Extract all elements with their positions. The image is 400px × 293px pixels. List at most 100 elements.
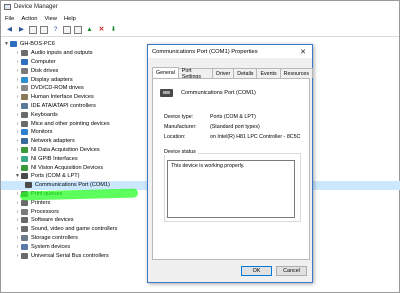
menu-action[interactable]: Action — [21, 16, 37, 22]
chevron-right-icon[interactable]: › — [14, 235, 21, 241]
monitor-icon — [21, 129, 28, 136]
tree-item-label: Keyboards — [31, 111, 58, 118]
tree-item-label: NI GPIB Interfaces — [31, 155, 78, 162]
tab-strip: General Port Settings Driver Details Eve… — [152, 67, 313, 80]
chevron-right-icon[interactable]: › — [14, 103, 21, 109]
chevron-right-icon[interactable]: › — [14, 147, 21, 153]
tree-item-label: Display adapters — [31, 76, 73, 83]
speaker-icon — [21, 50, 28, 57]
tree-item-label: NI Data Acquisition Devices — [31, 146, 100, 153]
back-arrow-icon[interactable]: ◀ — [5, 26, 14, 35]
tab-resources[interactable]: Resources — [279, 68, 313, 78]
system-device-icon — [21, 243, 28, 250]
menu-view[interactable]: View — [44, 16, 56, 22]
menu-bar: File Action View Help — [1, 13, 399, 24]
chevron-right-icon[interactable]: › — [14, 165, 21, 171]
tree-item-label: Human Interface Devices — [31, 94, 94, 101]
manufacturer-label: Manufacturer: — [164, 124, 197, 130]
ide-controller-icon — [21, 102, 28, 109]
ni-daq-icon — [21, 146, 28, 153]
chevron-right-icon[interactable]: › — [14, 156, 21, 162]
location-label: Location: — [164, 134, 186, 140]
device-manager-app-icon — [4, 4, 11, 10]
chevron-right-icon[interactable]: › — [14, 94, 21, 100]
device-status-text: This device is working properly. — [171, 163, 245, 169]
tab-general[interactable]: General — [152, 67, 179, 78]
chevron-right-icon[interactable]: › — [14, 68, 21, 74]
tree-view-icon[interactable] — [29, 26, 37, 34]
ok-button[interactable]: OK — [241, 266, 272, 276]
device-name: Communications Port (COM1) — [181, 90, 256, 96]
chevron-down-icon[interactable]: ▼ — [14, 173, 21, 179]
tree-item-label: Monitors — [31, 129, 53, 136]
tab-events[interactable]: Events — [256, 68, 281, 78]
chevron-right-icon[interactable]: › — [14, 112, 21, 118]
dvd-drive-icon — [21, 85, 28, 92]
menu-file[interactable]: File — [5, 16, 14, 22]
enable-device-icon[interactable]: ⬇ — [109, 26, 118, 35]
properties-icon[interactable] — [40, 26, 48, 34]
chevron-right-icon[interactable]: › — [14, 253, 21, 259]
mouse-icon — [21, 120, 28, 127]
tree-item-label: IDE ATA/ATAPI controllers — [31, 102, 96, 109]
device-status-label: Device status — [164, 149, 198, 155]
device-status-textbox[interactable]: This device is working properly. — [167, 160, 295, 218]
cancel-button[interactable]: Cancel — [276, 266, 307, 276]
tree-item-label: Processors — [31, 208, 59, 215]
close-icon[interactable]: ✕ — [294, 45, 312, 58]
update-driver-icon[interactable] — [63, 26, 71, 34]
chevron-right-icon[interactable]: › — [14, 121, 21, 127]
tree-item-label: Computer — [31, 58, 56, 65]
tree-item-label: Audio inputs and outputs — [31, 50, 93, 57]
sound-icon — [21, 226, 28, 233]
tree-item-label: NI Vision Acquisition Devices — [31, 164, 104, 171]
chevron-right-icon[interactable]: › — [14, 200, 21, 206]
scan-hardware-icon[interactable] — [74, 26, 82, 34]
device-type-label: Device type: — [164, 114, 194, 120]
com-port-icon — [160, 89, 173, 97]
keyboard-icon — [21, 111, 28, 118]
chevron-right-icon[interactable]: › — [14, 85, 21, 91]
tree-item-label: Printers — [31, 199, 51, 206]
ni-gpib-icon — [21, 155, 28, 162]
location-value: on Intel(R) H81 LPC Controller - 8C5C — [210, 134, 301, 140]
tab-driver[interactable]: Driver — [212, 68, 235, 78]
uninstall-device-icon[interactable]: ✕ — [97, 26, 106, 35]
tree-item-label: System devices — [31, 243, 71, 250]
printer-icon — [21, 199, 28, 206]
toolbar: ◀ ▶ ? ▲ ✕ ⬇ — [1, 24, 399, 37]
com-port-icon — [25, 182, 32, 189]
tree-item-label: Ports (COM & LPT) — [31, 173, 80, 180]
tree-root-label: GH-BOS-PC6 — [20, 41, 55, 48]
chevron-right-icon[interactable]: › — [14, 209, 21, 215]
chevron-right-icon[interactable]: › — [14, 50, 21, 56]
computer-icon — [21, 58, 28, 65]
manufacturer-value: (Standard port types) — [210, 124, 260, 130]
network-adapter-icon — [21, 138, 28, 145]
menu-help[interactable]: Help — [64, 16, 76, 22]
computer-icon — [10, 41, 17, 48]
help-icon[interactable]: ? — [51, 26, 60, 35]
device-header: Communications Port (COM1) — [160, 89, 256, 97]
chevron-right-icon[interactable]: › — [14, 244, 21, 250]
add-device-icon[interactable]: ▲ — [85, 26, 94, 35]
tab-details[interactable]: Details — [233, 68, 258, 78]
tab-port-settings[interactable]: Port Settings — [177, 68, 214, 80]
chevron-right-icon[interactable]: › — [14, 77, 21, 83]
properties-dialog: Communications Port (COM1) Properties ✕ … — [147, 44, 313, 283]
storage-controller-icon — [21, 234, 28, 241]
chevron-right-icon[interactable]: › — [14, 59, 21, 65]
chevron-right-icon[interactable]: › — [14, 138, 21, 144]
title-bar: Device Manager — [1, 1, 399, 13]
chevron-right-icon[interactable]: › — [14, 129, 21, 135]
tree-item-label: Software devices — [31, 217, 74, 224]
hid-icon — [21, 94, 28, 101]
tree-item-label: Network adapters — [31, 138, 75, 145]
forward-arrow-icon[interactable]: ▶ — [17, 26, 26, 35]
chevron-right-icon[interactable]: › — [14, 226, 21, 232]
display-adapter-icon — [21, 76, 28, 83]
ports-icon — [21, 173, 28, 180]
chevron-right-icon[interactable]: › — [14, 217, 21, 223]
tree-item-label: Universal Serial Bus controllers — [31, 252, 109, 259]
chevron-down-icon[interactable]: ▼ — [3, 41, 10, 47]
